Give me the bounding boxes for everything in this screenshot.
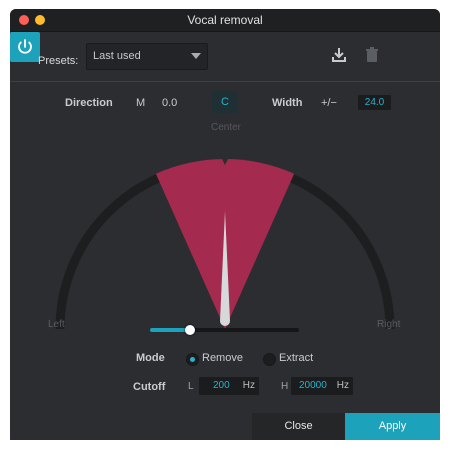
footer-bar: Close Apply: [10, 413, 440, 440]
low-cutoff-unit: Hz: [242, 380, 255, 391]
stereo-direction-dial[interactable]: [10, 139, 440, 339]
high-cutoff-unit: Hz: [336, 380, 349, 391]
right-label: Right: [377, 319, 401, 330]
chevron-down-icon: [191, 53, 201, 59]
high-cutoff-value: 20000: [299, 380, 327, 391]
remove-label[interactable]: Remove: [202, 352, 243, 364]
power-button[interactable]: [10, 32, 40, 62]
width-value-field[interactable]: 24.0: [358, 95, 391, 110]
low-cutoff-prefix: L: [188, 381, 194, 392]
slider-fill: [150, 328, 191, 332]
direction-label: Direction: [65, 97, 113, 109]
width-plus-minus: +/−: [321, 97, 337, 109]
direction-value[interactable]: 0.0: [162, 97, 177, 109]
mode-label: Mode: [136, 352, 165, 364]
save-preset-button[interactable]: [326, 42, 352, 68]
power-icon: [18, 39, 32, 54]
trash-icon: [366, 47, 378, 62]
close-button[interactable]: Close: [252, 413, 345, 440]
cutoff-label: Cutoff: [133, 381, 166, 393]
extract-radio[interactable]: [263, 353, 276, 366]
extract-label[interactable]: Extract: [279, 352, 313, 364]
direction-mode: M: [136, 97, 146, 109]
title-bar[interactable]: Vocal removal: [10, 9, 440, 32]
presets-selected-value: Last used: [93, 50, 141, 62]
remove-radio[interactable]: [186, 353, 199, 366]
high-cutoff-prefix: H: [281, 381, 289, 392]
presets-dropdown[interactable]: Last used: [86, 43, 208, 70]
center-label: Center: [210, 122, 241, 133]
center-button[interactable]: C: [212, 91, 238, 113]
delete-preset-button[interactable]: [359, 42, 385, 68]
window-title: Vocal removal: [187, 13, 263, 27]
low-cutoff-field[interactable]: 200 Hz: [199, 377, 259, 395]
vocal-removal-window: Vocal removal Presets: Last used Directi…: [10, 9, 440, 440]
high-cutoff-field[interactable]: 20000 Hz: [291, 377, 353, 395]
presets-bar: Presets: Last used: [10, 32, 440, 82]
presets-label: Presets:: [38, 55, 79, 67]
left-label: Left: [48, 319, 65, 330]
low-cutoff-value: 200: [213, 380, 230, 391]
width-label: Width: [272, 97, 303, 109]
download-icon: [332, 48, 346, 62]
apply-button[interactable]: Apply: [345, 413, 440, 440]
